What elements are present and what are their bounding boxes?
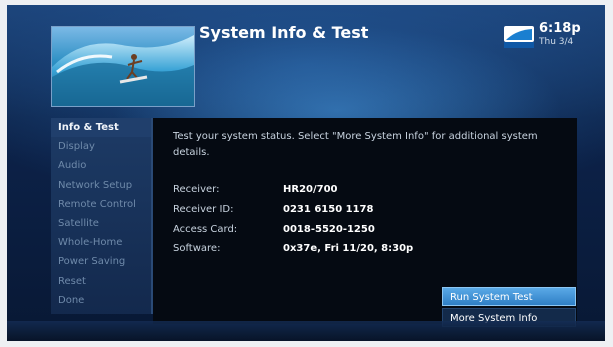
info-label: Access Card:: [173, 224, 238, 235]
info-label: Software:: [173, 243, 221, 254]
menu-item-whole-home[interactable]: Whole-Home: [51, 233, 151, 252]
info-panel: Test your system status. Select "More Sy…: [153, 118, 577, 327]
menu-item-reset[interactable]: Reset: [51, 272, 151, 291]
menu-item-network-setup[interactable]: Network Setup: [51, 176, 151, 195]
settings-menu: Info & Test Display Audio Network Setup …: [51, 118, 153, 314]
info-label: Receiver:: [173, 184, 220, 195]
panel-description: Test your system status. Select "More Sy…: [173, 131, 538, 158]
surfer-thumbnail: [51, 26, 195, 107]
menu-item-satellite[interactable]: Satellite: [51, 214, 151, 233]
bottom-band: [7, 321, 605, 341]
info-value: 0231 6150 1178: [283, 204, 374, 215]
directv-logo-icon: [504, 26, 534, 48]
clock-date: Thu 3/4: [539, 37, 574, 47]
menu-item-audio[interactable]: Audio: [51, 156, 151, 175]
run-system-test-button[interactable]: Run System Test: [442, 287, 576, 306]
surfer-image: [52, 35, 194, 106]
menu-item-remote-control[interactable]: Remote Control: [51, 195, 151, 214]
menu-item-display[interactable]: Display: [51, 137, 151, 156]
info-value: HR20/700: [283, 184, 338, 195]
info-value: 0x37e, Fri 11/20, 8:30p: [283, 243, 414, 254]
page-title: System Info & Test: [199, 23, 369, 42]
info-value: 0018-5520-1250: [283, 224, 375, 235]
menu-item-done[interactable]: Done: [51, 291, 151, 310]
menu-item-info-test[interactable]: Info & Test: [51, 118, 151, 138]
info-label: Receiver ID:: [173, 204, 234, 215]
tv-screen: System Info & Test 6:18p Thu 3/4 Info & …: [7, 5, 605, 341]
menu-item-power-saving[interactable]: Power Saving: [51, 252, 151, 271]
clock-time: 6:18p: [539, 21, 581, 36]
